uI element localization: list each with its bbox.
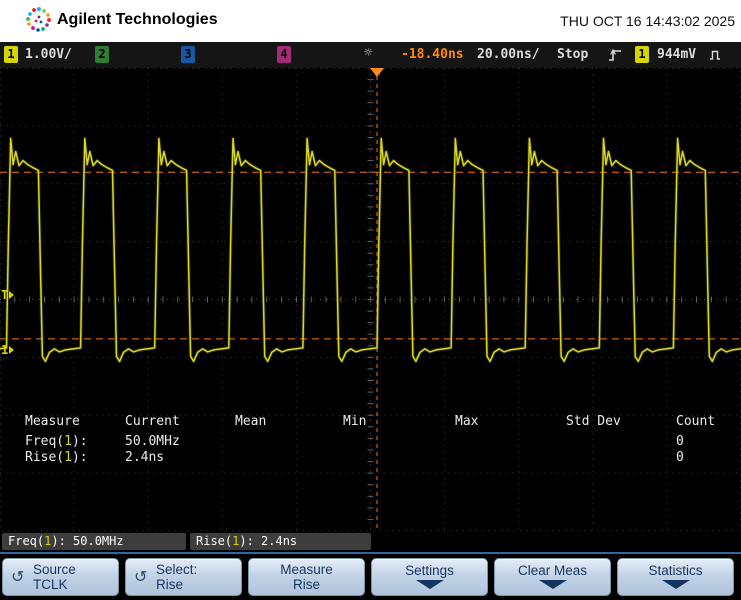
mean-value-cell xyxy=(235,434,343,450)
current-value-cell: 2.4ns xyxy=(125,450,235,466)
softkey-measure[interactable]: Measure Rise xyxy=(248,558,365,596)
col-count: Count xyxy=(676,414,741,430)
col-measure: Measure xyxy=(25,414,125,430)
rise-result-pill: Rise(1): 2.4ns xyxy=(190,533,371,550)
softkey-label: Settings xyxy=(405,563,454,578)
channel-2-badge[interactable]: 2 xyxy=(95,46,109,63)
min-value-cell xyxy=(343,450,455,466)
softkey-label: Statistics xyxy=(648,563,702,578)
freq-result-pill: Freq(1): 50.0MHz xyxy=(2,533,186,550)
softkey-value: Rise xyxy=(293,577,320,592)
mean-value-cell xyxy=(235,450,343,466)
trigger-slope-icon xyxy=(608,47,622,63)
count-value-cell: 0 xyxy=(676,450,741,466)
softkey-label: Measure xyxy=(280,562,333,577)
rotary-knob-icon: ↺ xyxy=(11,567,24,587)
channel-1-badge[interactable]: 1 xyxy=(4,46,18,63)
max-value-cell xyxy=(455,434,566,450)
rotary-knob-icon: ↺ xyxy=(134,567,147,587)
trigger-marker-label: T xyxy=(1,288,8,302)
softkey-clear-meas[interactable]: Clear Meas xyxy=(494,558,611,596)
col-max: Max xyxy=(455,414,566,430)
softkey-value: Rise xyxy=(156,577,183,592)
trigger-level-marker[interactable]: T xyxy=(1,287,14,303)
count-value-cell: 0 xyxy=(676,434,741,450)
down-arrow-icon xyxy=(661,580,691,589)
col-mean: Mean xyxy=(235,414,343,430)
softkey-value: TCLK xyxy=(33,577,68,592)
horizontal-delay-readout[interactable]: -18.40ns xyxy=(401,46,464,63)
timebase-readout[interactable]: 20.00ns/ xyxy=(477,46,540,63)
trigger-source-badge[interactable]: 1 xyxy=(635,46,649,63)
softkey-label: Select: xyxy=(156,562,197,577)
softkey-label: Clear Meas xyxy=(518,563,587,578)
top-bar: Agilent Technologies THU OCT 16 14:43:02… xyxy=(0,0,741,42)
datetime: THU OCT 16 14:43:02 2025 xyxy=(560,13,735,29)
softkey-settings[interactable]: Settings xyxy=(371,558,488,596)
max-value-cell xyxy=(455,450,566,466)
down-arrow-icon xyxy=(538,580,568,589)
col-stddev: Std Dev xyxy=(566,414,676,430)
results-line: Freq(1): 50.0MHz Rise(1): 2.4ns xyxy=(0,531,741,552)
intensity-icon: ☼ xyxy=(364,45,372,61)
col-min: Min xyxy=(343,414,455,430)
min-value-cell xyxy=(343,434,455,450)
softkey-statistics[interactable]: Statistics xyxy=(617,558,734,596)
channel-4-badge[interactable]: 4 xyxy=(277,46,291,63)
softkey-select[interactable]: ↺ Select: Rise xyxy=(125,558,242,596)
oscilloscope-screen: Agilent Technologies THU OCT 16 14:43:02… xyxy=(0,0,741,600)
right-triangle-icon xyxy=(9,346,14,354)
channel-3-badge[interactable]: 3 xyxy=(181,46,195,63)
trigger-level-readout[interactable]: 944mV xyxy=(657,46,696,63)
stddev-value-cell xyxy=(566,450,676,466)
acquisition-status: Stop xyxy=(557,46,588,63)
trigger-level-icon xyxy=(709,48,721,62)
softkey-label: Source xyxy=(33,562,76,577)
current-value-cell: 50.0MHz xyxy=(125,434,235,450)
channel-1-scale[interactable]: 1.00V/ xyxy=(25,46,72,63)
down-arrow-icon xyxy=(415,580,445,589)
brand-name: Agilent Technologies xyxy=(57,11,218,29)
col-current: Current xyxy=(125,414,235,430)
measurement-row-rise: Rise(1): 2.4ns 0 xyxy=(25,450,741,466)
measure-name-cell: Freq(1): xyxy=(25,434,125,450)
softkey-source[interactable]: ↺ Source TCLK xyxy=(2,558,119,596)
measurement-table: Measure Current Mean Min Max Std Dev Cou… xyxy=(25,414,741,466)
softkey-bar: ↺ Source TCLK ↺ Select: Rise Measure Ris… xyxy=(0,552,741,600)
stddev-value-cell xyxy=(566,434,676,450)
measurement-row-freq: Freq(1): 50.0MHz 0 xyxy=(25,434,741,450)
status-bar: 1 1.00V/ 2 3 4 ☼ -18.40ns 20.00ns/ Stop … xyxy=(0,42,741,68)
right-triangle-icon xyxy=(9,291,14,299)
waveform-display: T 1 Measure Current Mean Min Max Std Dev… xyxy=(0,68,741,531)
measurement-header-row: Measure Current Mean Min Max Std Dev Cou… xyxy=(25,414,741,430)
measure-name-cell: Rise(1): xyxy=(25,450,125,466)
channel-1-ground-marker[interactable]: 1 xyxy=(1,342,14,358)
agilent-logo xyxy=(25,5,53,35)
ground-marker-label: 1 xyxy=(1,343,8,357)
